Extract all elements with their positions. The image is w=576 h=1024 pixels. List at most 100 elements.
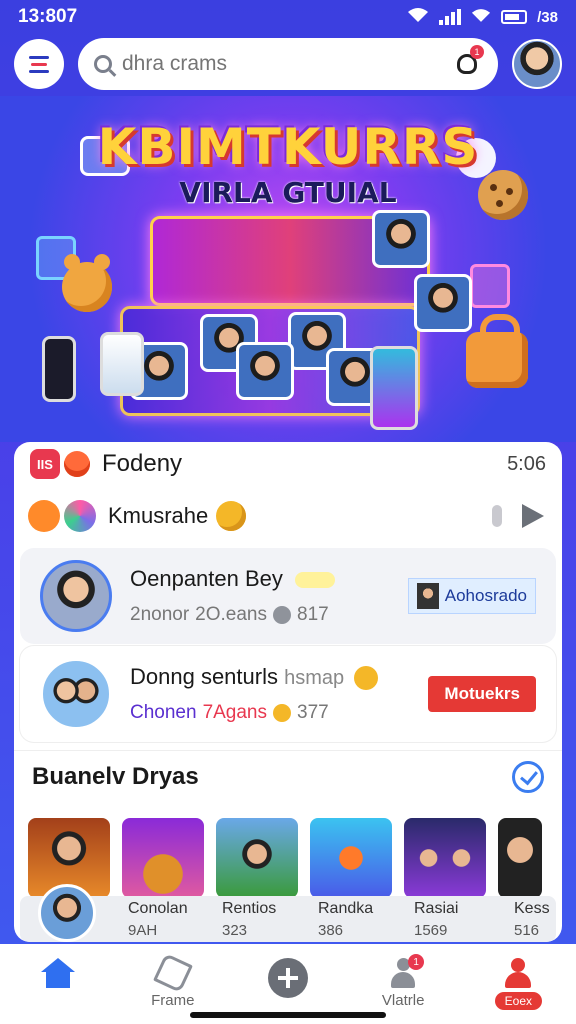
search-input[interactable] [122, 52, 442, 76]
user-info: Donng senturls hsmap Chonen 7Agans 377 [130, 663, 379, 724]
nav-label: Vlatrle [381, 992, 425, 1009]
stat-label: Rentios [222, 900, 277, 917]
nav-profile[interactable]: Eoex [473, 958, 563, 1010]
lock-icon [466, 314, 528, 388]
stat-value: 9AH [128, 922, 158, 939]
phone-icon [42, 336, 76, 402]
stat-item: Randka 386 [318, 900, 373, 939]
user-sub-a: 2nonor [130, 604, 190, 625]
nav-home[interactable] [13, 958, 103, 992]
search-bar[interactable]: 1 [78, 38, 498, 90]
app-header: 1 [0, 36, 576, 92]
feed-time: 5:06 [507, 452, 546, 475]
menu-button[interactable] [14, 39, 64, 89]
feed-header[interactable]: IIS Fodeny 5:06 [14, 442, 562, 486]
notification-button[interactable]: 1 [452, 45, 484, 79]
feed-badge: IIS [30, 449, 60, 479]
stats-avatar[interactable] [38, 884, 96, 942]
tag-photo [416, 583, 439, 609]
stat-value: 386 [318, 922, 344, 939]
status-icons: /38 [407, 7, 558, 27]
stat-label: Randka [318, 900, 374, 917]
banner-photo [372, 210, 430, 268]
banner-photo [414, 274, 472, 332]
feed-card: IIS Fodeny 5:06 Kmusrahe Oenpanten Bey 2… [14, 442, 562, 942]
home-icon [40, 958, 75, 988]
highlight-mark [295, 572, 336, 589]
stat-value: 1569 [414, 922, 448, 939]
stat-item: Kess 516 [514, 900, 550, 939]
user-name: Donng senturls [130, 663, 278, 689]
nav-activity[interactable]: 1 Vlatrle [358, 954, 448, 1009]
phone-icon [370, 346, 418, 430]
user-item[interactable]: Oenpanten Bey 2nonor 2O.eans 817 Aohosra… [20, 548, 556, 644]
thumbnail[interactable] [498, 818, 542, 898]
nav-create[interactable] [243, 958, 333, 1002]
thumbnail-strip [28, 818, 542, 898]
stat-label: Rasiai [414, 900, 459, 917]
coin-icon [273, 704, 292, 723]
user-item[interactable]: Donng senturls hsmap Chonen 7Agans 377 M… [20, 646, 556, 742]
coin-icon [354, 666, 379, 691]
user-sub-b: 7Agans [202, 702, 268, 724]
nav-label: Eoex [494, 992, 543, 1010]
bear-icon [62, 254, 112, 312]
thumbnail[interactable] [310, 818, 392, 898]
fire-icon [64, 451, 90, 477]
section-title: Buanelv Dryas [32, 762, 199, 790]
profile-avatar[interactable] [512, 39, 562, 89]
banner-photo [236, 342, 294, 400]
status-bar: 13:807 /38 [0, 0, 576, 34]
nav-label: Frame [151, 992, 195, 1009]
story-label: Kmusrahe [108, 503, 209, 528]
stat-item: Rasiai 1569 [414, 900, 458, 939]
music-icon [470, 264, 510, 308]
user-name: Oenpanten Bey [130, 566, 283, 591]
palette-icon [64, 500, 96, 532]
battery-label: /38 [537, 8, 558, 26]
toggle-pill[interactable] [492, 505, 502, 527]
phone-icon [100, 332, 144, 396]
user-sub-b: 2O.eans [195, 604, 267, 625]
stats-bar: Conolan 9AH Rentios 323 Randka 386 Rasia… [20, 884, 556, 942]
user-avatar[interactable] [40, 560, 112, 632]
thumbnail[interactable] [216, 818, 298, 898]
user-avatar[interactable] [40, 658, 112, 730]
story-row[interactable]: Kmusrahe [14, 494, 562, 538]
user-name-extra: hsmap [284, 666, 345, 689]
stat-item: Rentios 323 [222, 900, 276, 939]
section-header: Buanelv Dryas [14, 750, 562, 802]
profile-icon [503, 958, 533, 988]
nav-frame[interactable]: Frame [128, 953, 218, 1009]
feed-title: Fodeny [102, 450, 183, 477]
thumbnail[interactable] [404, 818, 486, 898]
user-stats: 2nonor 2O.eans 817 [130, 604, 335, 626]
signal-icon [439, 9, 462, 25]
nav-badge: 1 [408, 954, 425, 970]
stat-item: Conolan 9AH [128, 900, 188, 939]
wifi-icon-2 [471, 8, 491, 27]
stat-label: Conolan [128, 900, 188, 917]
battery-icon [501, 10, 528, 24]
user-tag[interactable]: Aohosrado [407, 578, 536, 614]
plus-icon [267, 958, 308, 998]
stat-value: 516 [514, 922, 540, 939]
thumbnail[interactable] [122, 818, 204, 898]
wifi-icon [407, 7, 429, 27]
user-stats: Chonen 7Agans 377 [130, 702, 378, 724]
hero-banner[interactable]: KBIMTKURRS VIRLA GTUIAL [0, 96, 576, 442]
send-icon[interactable] [522, 504, 544, 528]
banner-subtitle: VIRLA GTUIAL [179, 176, 397, 209]
user-count: 817 [297, 604, 329, 625]
frame-icon [152, 953, 193, 993]
user-count: 377 [297, 702, 329, 724]
menu-icon [29, 55, 49, 59]
follow-button[interactable]: Motuekrs [428, 676, 536, 712]
check-icon[interactable] [512, 760, 544, 793]
user-tag-label: Aohosrado [444, 586, 527, 605]
status-time: 13:807 [18, 6, 78, 27]
home-indicator[interactable] [190, 1012, 386, 1018]
coin-icon [273, 606, 291, 624]
notification-badge: 1 [470, 45, 484, 59]
emoji-icon [28, 500, 60, 532]
